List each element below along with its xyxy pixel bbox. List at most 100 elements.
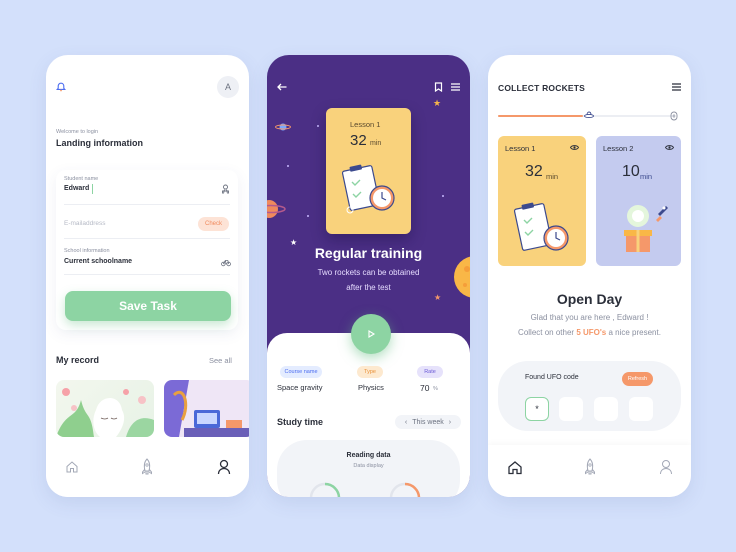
training-subtitle-line1: Two rockets can be obtained: [317, 268, 420, 277]
divider: [64, 204, 230, 205]
email-field[interactable]: E-mailaddress: [64, 220, 106, 227]
greeting-line: Glad that you are here , Edward !: [530, 313, 649, 322]
divider: [64, 274, 230, 275]
ufo-code-card: Found UFO code: [498, 361, 681, 431]
play-icon: [368, 330, 376, 338]
open-day-title: Open Day: [556, 291, 623, 307]
training-subtitle-line2: after the test: [346, 283, 391, 292]
star-dot: [307, 215, 309, 217]
avatar[interactable]: A: [217, 76, 239, 98]
progress-ring: [389, 482, 421, 497]
school-name-field[interactable]: Current schoolname: [64, 258, 132, 265]
illustration-girl-flowers: [56, 388, 154, 437]
lesson-1-label: Lesson 1: [505, 144, 536, 153]
lesson-1-card[interactable]: Lesson 1 32 min: [498, 136, 586, 266]
home-icon[interactable]: [507, 460, 523, 475]
notification-bell-icon[interactable]: [56, 82, 66, 92]
type-tag: Type: [357, 366, 383, 378]
rate-unit: %: [433, 386, 438, 392]
ufo-icon[interactable]: [584, 110, 594, 120]
minutes-unit: min: [370, 140, 382, 147]
planet-icon: [275, 123, 291, 131]
code-input-2[interactable]: [559, 397, 583, 421]
gift-box-rocket-icon: [624, 205, 668, 252]
rocket-icon[interactable]: [584, 458, 596, 476]
collect-rockets-screen: COLLECT ROCKETS Lesson 1 32 min Lesson 2: [488, 55, 691, 497]
rocket-icon[interactable]: [141, 458, 153, 476]
student-name-label: Student name: [64, 176, 99, 182]
chevron-right-icon[interactable]: ›: [449, 419, 451, 426]
lesson-2-label: Lesson 2: [603, 144, 634, 153]
collect-text: a nice present.: [606, 328, 661, 337]
play-button[interactable]: [351, 314, 391, 354]
student-name-field[interactable]: Edward: [64, 185, 89, 192]
lesson-card[interactable]: Lesson 1 32 min: [326, 108, 411, 234]
refresh-button[interactable]: Refresh: [622, 372, 653, 386]
type-value: Physics: [358, 383, 384, 392]
back-arrow-icon[interactable]: [277, 83, 287, 91]
text-cursor: [92, 184, 93, 194]
check-button[interactable]: Check: [198, 217, 229, 231]
eye-icon[interactable]: [570, 144, 579, 151]
training-screen: ★ ★ ★ ✦ Lesson 1 32 min Regular training…: [267, 55, 470, 497]
lesson-label: Lesson 1: [350, 120, 381, 129]
profile-icon[interactable]: [217, 459, 231, 475]
reading-subtitle: Data display: [353, 463, 384, 469]
star-dot: [442, 195, 444, 197]
user-badge-icon: [222, 184, 229, 194]
code-input-1[interactable]: *: [525, 397, 549, 421]
lesson-1-minutes: 32: [525, 163, 543, 180]
clipboard-clock-icon: [341, 164, 395, 214]
record-thumbnail[interactable]: [164, 380, 249, 437]
week-label: This week: [412, 418, 444, 426]
collect-text: Collect on other: [518, 328, 577, 337]
code-input-3[interactable]: [594, 397, 618, 421]
ufo-count-highlight: 5 UFO's: [576, 328, 607, 337]
star-icon: ★: [434, 293, 442, 302]
illustration-desk: [164, 380, 249, 437]
save-task-button[interactable]: Save Task: [65, 291, 231, 321]
bicycle-icon: [221, 260, 231, 267]
login-screen: A Welcome to login Landing information S…: [46, 55, 249, 497]
welcome-label: Welcome to login: [56, 129, 99, 135]
header-title: COLLECT ROCKETS: [498, 83, 586, 93]
minutes-unit: min: [546, 172, 559, 181]
progress-ring: [309, 482, 341, 497]
lesson-minutes: 32: [350, 132, 367, 149]
bottom-nav: [46, 445, 249, 497]
bottom-nav: [488, 445, 691, 497]
rate-tag: Rate: [417, 366, 443, 378]
course-name-tag: Course name: [280, 366, 322, 378]
course-name-value: Space gravity: [277, 383, 323, 392]
planet-icon: [267, 200, 286, 218]
week-selector[interactable]: ‹ This week ›: [395, 415, 461, 429]
menu-icon[interactable]: [672, 83, 681, 91]
star-dot: [287, 165, 289, 167]
page-title: Landing information: [56, 138, 143, 148]
see-all-link[interactable]: See all: [209, 356, 232, 365]
record-thumbnail[interactable]: [56, 380, 154, 437]
profile-icon[interactable]: [659, 459, 673, 475]
record-title: My record: [56, 355, 100, 365]
minutes-unit: min: [640, 172, 653, 181]
clipboard-clock-icon: [513, 202, 569, 251]
trophy-icon: [670, 111, 678, 121]
star-icon: ★: [433, 98, 442, 108]
reading-title: Reading data: [346, 452, 391, 459]
divider: [64, 238, 230, 239]
code-input-4[interactable]: [629, 397, 653, 421]
chevron-left-icon[interactable]: ‹: [405, 419, 407, 426]
lesson-2-minutes: 10: [622, 163, 640, 180]
menu-icon[interactable]: [451, 83, 460, 91]
found-ufo-label: Found UFO code: [525, 374, 579, 381]
lesson-2-card[interactable]: Lesson 2 10 min: [596, 136, 681, 266]
home-icon[interactable]: [65, 460, 79, 474]
reading-data-card: Reading data Data display: [277, 440, 460, 497]
rate-value: 70: [420, 383, 430, 393]
star-dot: [317, 125, 319, 127]
school-info-label: School information: [64, 248, 110, 254]
eye-icon[interactable]: [665, 144, 674, 151]
bookmark-icon[interactable]: [434, 82, 443, 92]
collect-line: Collect on other 5 UFO's a nice present.: [488, 328, 691, 337]
training-title: Regular training: [314, 245, 423, 261]
